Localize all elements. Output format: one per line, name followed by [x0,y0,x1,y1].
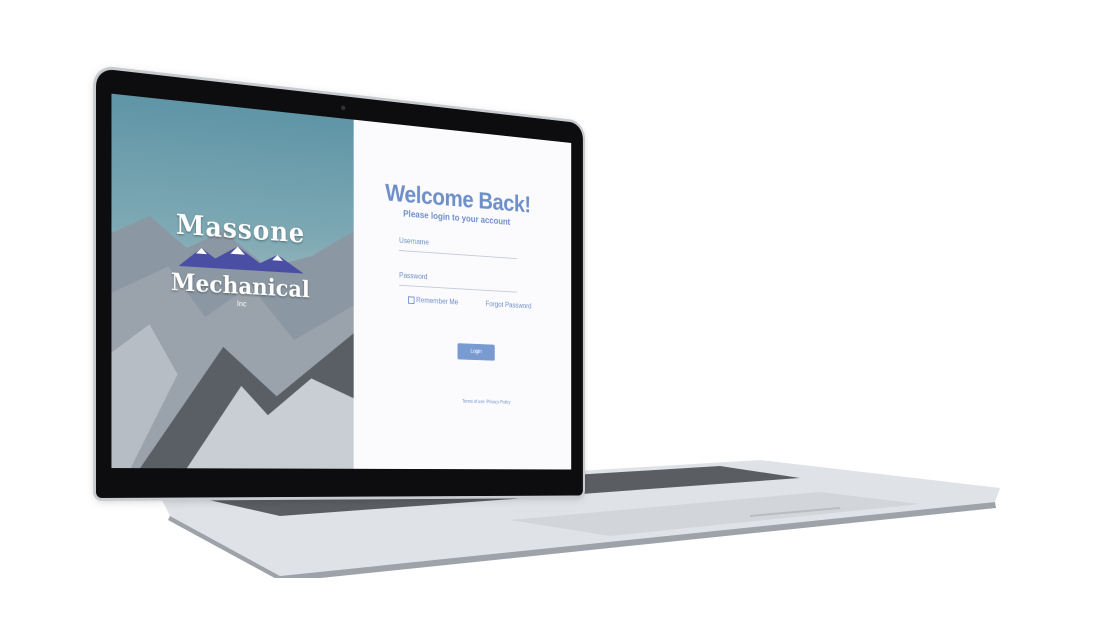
login-screen: Massone Mechanical Inc Welcome Back! Ple… [111,94,571,470]
mountain-photo-panel: Massone Mechanical Inc [111,94,353,469]
terms-privacy-link[interactable]: Terms of use. Privacy Policy [462,399,510,406]
password-field[interactable]: Password [399,271,517,293]
remember-me-label: Remember Me [416,296,458,306]
forgot-password-link[interactable]: Forgot Password [486,300,532,310]
login-form: Welcome Back! Please login to your accou… [354,120,572,470]
remember-me-checkbox[interactable]: Remember Me [408,295,458,306]
laptop-mockup: Massone Mechanical Inc Welcome Back! Ple… [0,0,1097,621]
brand-logo: Massone Mechanical Inc [138,205,339,313]
username-field[interactable]: Username [399,236,517,259]
camera-icon [341,105,345,110]
laptop-lid: Massone Mechanical Inc Welcome Back! Ple… [96,68,583,498]
login-button[interactable]: Login [457,343,494,361]
checkbox-icon[interactable] [408,296,414,304]
